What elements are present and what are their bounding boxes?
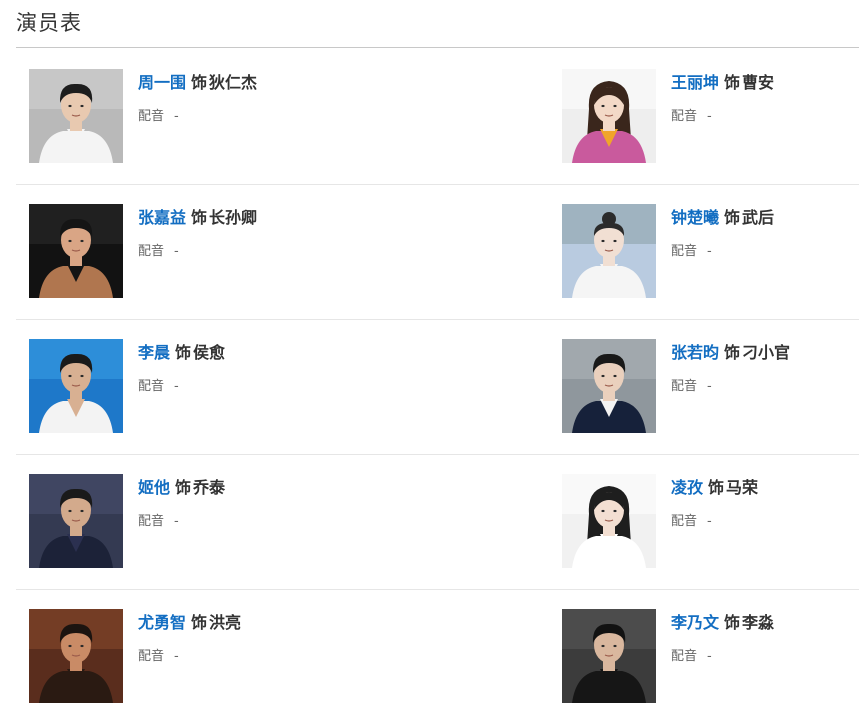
actor-photo[interactable] <box>29 609 123 703</box>
role-connector: 饰 <box>175 478 192 497</box>
character-name: 狄仁杰 <box>209 73 258 92</box>
role-line: 周一围饰狄仁杰 <box>138 71 257 95</box>
actor-photo[interactable] <box>562 474 656 568</box>
voice-actor-line: 配音 - <box>138 242 179 262</box>
voice-actor-value: - <box>174 244 179 259</box>
voice-actor-value: - <box>707 379 712 394</box>
portrait-graphic <box>29 69 123 163</box>
voice-actor-label: 配音 <box>138 649 165 664</box>
voice-actor-label: 配音 <box>138 379 165 394</box>
cast-row: 李晨饰侯愈 配音 - 张若昀饰刁小官 配音 - <box>16 320 859 455</box>
voice-actor-line: 配音 - <box>138 647 179 667</box>
cast-row: 张嘉益饰长孙卿 配音 - 钟楚曦饰武后 配音 - <box>16 185 859 320</box>
cast-row: 周一围饰狄仁杰 配音 - 王丽坤饰曹安 配音 - <box>16 50 859 185</box>
actor-name-link[interactable]: 王丽坤 <box>671 73 719 92</box>
voice-actor-label: 配音 <box>671 379 698 394</box>
character-name: 曹安 <box>742 73 775 92</box>
voice-actor-value: - <box>174 649 179 664</box>
voice-actor-label: 配音 <box>138 244 165 259</box>
portrait-graphic <box>562 609 656 703</box>
actor-name-link[interactable]: 李晨 <box>138 343 170 362</box>
voice-actor-line: 配音 - <box>671 107 712 127</box>
voice-actor-value: - <box>707 109 712 124</box>
portrait-graphic <box>562 69 656 163</box>
voice-actor-line: 配音 - <box>138 107 179 127</box>
voice-actor-label: 配音 <box>138 514 165 529</box>
actor-photo[interactable] <box>29 339 123 433</box>
voice-actor-value: - <box>174 379 179 394</box>
voice-actor-value: - <box>707 649 712 664</box>
actor-photo[interactable] <box>29 204 123 298</box>
cast-section-title: 演员表 <box>16 11 82 35</box>
voice-actor-line: 配音 - <box>671 512 712 532</box>
portrait-graphic <box>562 474 656 568</box>
role-line: 李晨饰侯愈 <box>138 341 225 365</box>
role-connector: 饰 <box>191 208 208 227</box>
voice-actor-line: 配音 - <box>671 242 712 262</box>
role-line: 王丽坤饰曹安 <box>671 71 774 95</box>
character-name: 刁小官 <box>742 343 791 362</box>
role-line: 张嘉益饰长孙卿 <box>138 206 257 230</box>
character-name: 乔泰 <box>193 478 226 497</box>
portrait-graphic <box>29 204 123 298</box>
character-name: 李淼 <box>742 613 775 632</box>
character-name: 长孙卿 <box>209 208 258 227</box>
cast-row: 姬他饰乔泰 配音 - 凌孜饰马荣 配音 - <box>16 455 859 590</box>
actor-name-link[interactable]: 张若昀 <box>671 343 719 362</box>
actor-photo[interactable] <box>562 609 656 703</box>
actor-photo[interactable] <box>29 69 123 163</box>
portrait-graphic <box>29 474 123 568</box>
role-connector: 饰 <box>191 73 208 92</box>
role-connector: 饰 <box>724 613 741 632</box>
portrait-graphic <box>562 204 656 298</box>
cast-list: 周一围饰狄仁杰 配音 - 王丽坤饰曹安 配音 - 张嘉益饰长孙卿 配音 - 钟楚曦饰武后 配音 - 李晨… <box>16 50 859 724</box>
portrait-graphic <box>29 339 123 433</box>
role-connector: 饰 <box>724 343 741 362</box>
actor-name-link[interactable]: 周一围 <box>138 73 186 92</box>
voice-actor-value: - <box>174 109 179 124</box>
voice-actor-line: 配音 - <box>138 377 179 397</box>
voice-actor-line: 配音 - <box>138 512 179 532</box>
actor-name-link[interactable]: 凌孜 <box>671 478 703 497</box>
portrait-graphic <box>29 609 123 703</box>
role-connector: 饰 <box>175 343 192 362</box>
role-line: 姬他饰乔泰 <box>138 476 225 500</box>
actor-photo[interactable] <box>562 204 656 298</box>
cast-row: 尤勇智饰洪亮 配音 - 李乃文饰李淼 配音 - <box>16 590 859 724</box>
actor-photo[interactable] <box>29 474 123 568</box>
voice-actor-line: 配音 - <box>671 647 712 667</box>
portrait-graphic <box>562 339 656 433</box>
role-line: 凌孜饰马荣 <box>671 476 758 500</box>
voice-actor-label: 配音 <box>671 109 698 124</box>
voice-actor-label: 配音 <box>671 244 698 259</box>
role-connector: 饰 <box>724 208 741 227</box>
role-line: 尤勇智饰洪亮 <box>138 611 241 635</box>
voice-actor-value: - <box>707 244 712 259</box>
actor-name-link[interactable]: 张嘉益 <box>138 208 186 227</box>
actor-photo[interactable] <box>562 339 656 433</box>
role-connector: 饰 <box>191 613 208 632</box>
actor-name-link[interactable]: 姬他 <box>138 478 170 497</box>
voice-actor-value: - <box>707 514 712 529</box>
actor-name-link[interactable]: 尤勇智 <box>138 613 186 632</box>
role-line: 李乃文饰李淼 <box>671 611 774 635</box>
character-name: 洪亮 <box>209 613 242 632</box>
role-connector: 饰 <box>724 73 741 92</box>
role-line: 钟楚曦饰武后 <box>671 206 774 230</box>
voice-actor-value: - <box>174 514 179 529</box>
voice-actor-label: 配音 <box>671 649 698 664</box>
actor-name-link[interactable]: 李乃文 <box>671 613 719 632</box>
character-name: 武后 <box>742 208 775 227</box>
actor-photo[interactable] <box>562 69 656 163</box>
title-divider <box>16 47 859 48</box>
character-name: 侯愈 <box>193 343 226 362</box>
voice-actor-line: 配音 - <box>671 377 712 397</box>
voice-actor-label: 配音 <box>671 514 698 529</box>
role-line: 张若昀饰刁小官 <box>671 341 790 365</box>
voice-actor-label: 配音 <box>138 109 165 124</box>
character-name: 马荣 <box>726 478 759 497</box>
role-connector: 饰 <box>708 478 725 497</box>
actor-name-link[interactable]: 钟楚曦 <box>671 208 719 227</box>
